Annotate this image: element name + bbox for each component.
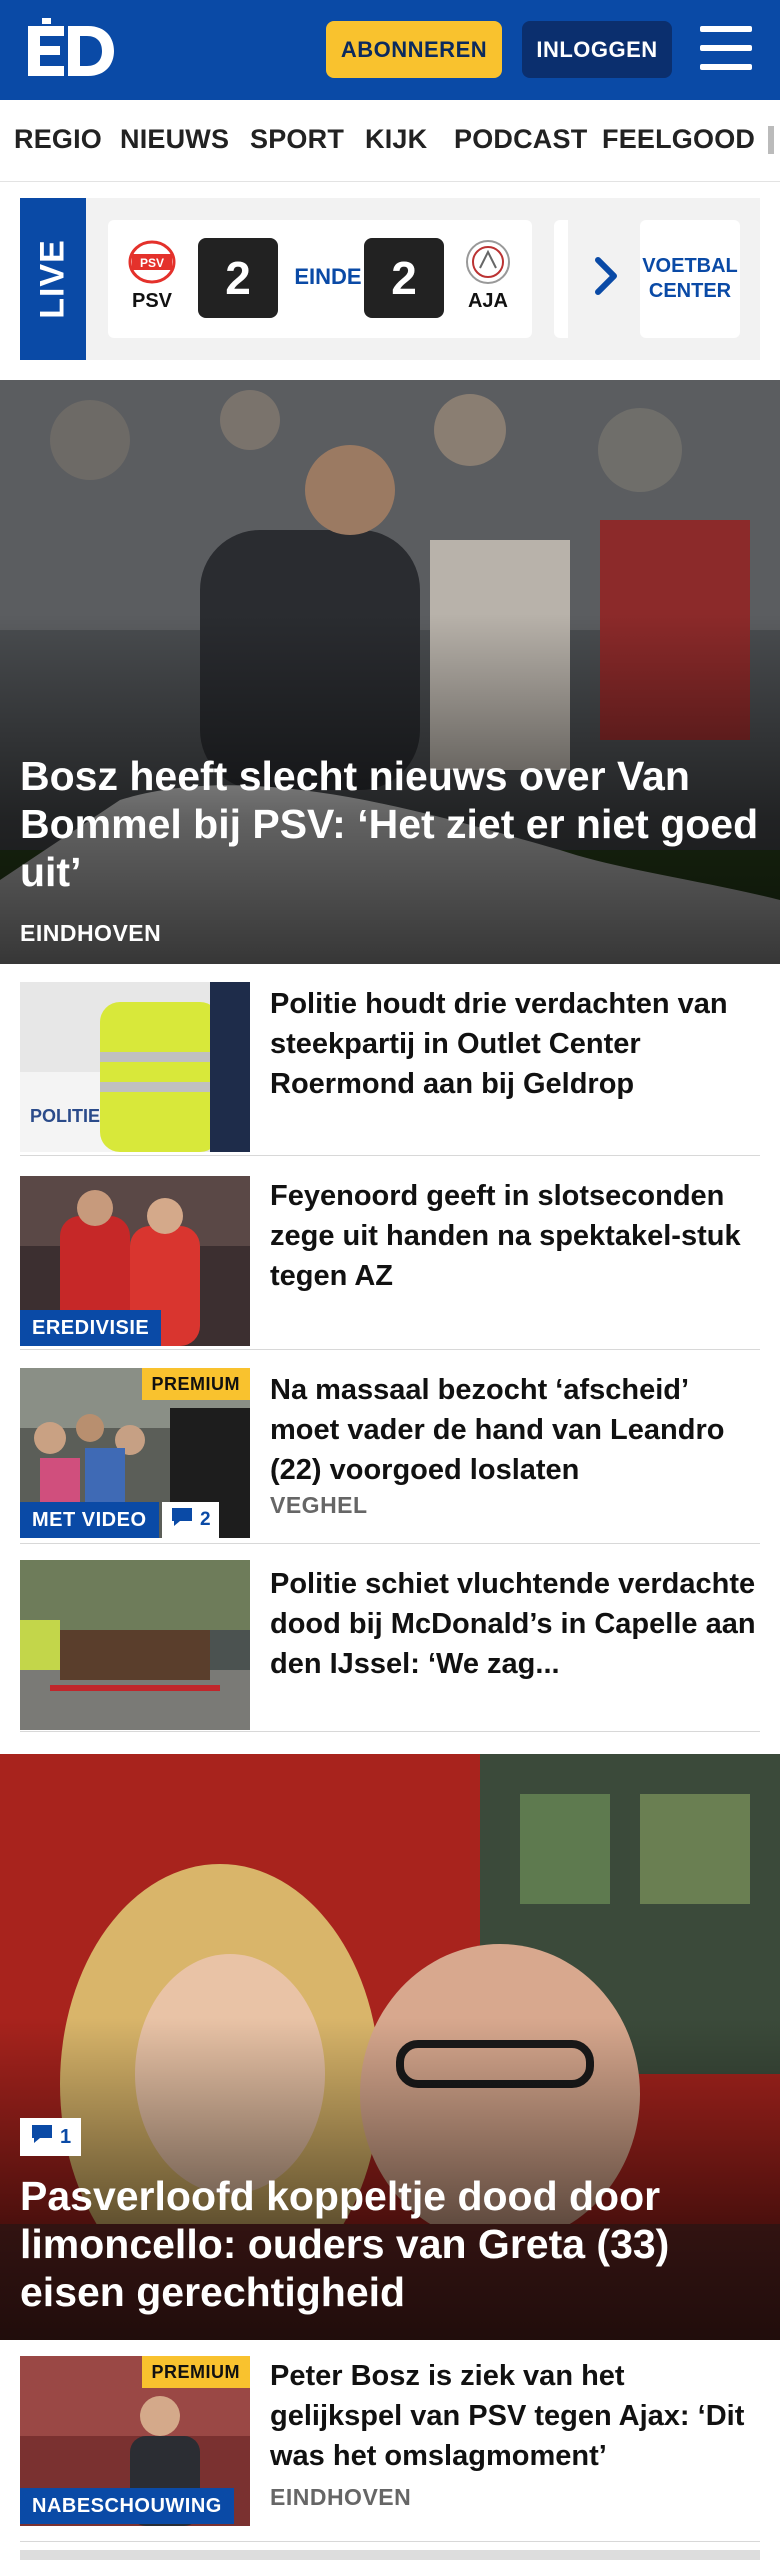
live-tag: LIVE [20,198,86,360]
nav-item-kijk[interactable]: KIJK [365,124,427,155]
comment-count[interactable]: 2 [162,1502,219,1538]
menu-icon[interactable] [700,26,752,70]
login-button[interactable]: INLOGGEN [522,21,672,78]
article-item[interactable]: Politie schiet vluchtende verdachte dood… [20,1546,760,1732]
featured-article[interactable]: 1 Pasverloofd koppeltje dood door limonc… [0,1754,780,2340]
article-location: VEGHEL [270,1492,368,1518]
article-headline[interactable]: Politie houdt drie verdachten van steekp… [270,984,760,1104]
home-team-name: PSV [131,290,173,312]
svg-text:PSV: PSV [140,256,164,270]
article-thumbnail: POLITIE [20,982,250,1152]
away-score: 2 [364,238,444,318]
category-tag: EREDIVISIE [20,1310,162,1346]
home-team: PSV PSV [122,238,182,313]
chevron-right-icon[interactable] [592,254,622,298]
article-headline[interactable]: Na massaal bezocht ‘afscheid’ moet vader… [270,1370,760,1490]
match-card[interactable]: PSV PSV 2 EINDE 2 AJA [108,220,532,338]
nav-item-feelgood[interactable]: FEELGOOD [602,124,755,155]
voetbal-center-link[interactable]: VOETBAL CENTER [640,220,740,338]
live-score-bar: LIVE PSV PSV 2 EINDE 2 AJA VOETBAL CENTE… [20,198,760,360]
premium-badge: PREMIUM [141,2356,250,2388]
nav-item-podcast[interactable]: PODCAST [454,124,587,155]
ajax-crest-icon [464,238,512,286]
top-bar: ABONNEREN INLOGGEN [0,0,780,100]
article-headline[interactable]: Peter Bosz is ziek van het gelijkspel va… [270,2356,760,2476]
section-nav: REGIO NIEUWS SPORT KIJK PODCAST FEELGOOD [0,100,780,182]
ed-logo[interactable] [26,18,118,80]
away-team-name: AJA [467,290,508,312]
hero-article[interactable]: Bosz heeft slecht nieuws over Van Bommel… [0,380,780,964]
comment-count-value: 2 [200,1509,211,1530]
nav-item-sport[interactable]: SPORT [250,124,344,155]
nav-item-nieuws[interactable]: NIEUWS [120,124,229,155]
next-article-peek [20,2550,760,2560]
comment-icon [170,1506,194,1534]
article-thumbnail [20,1560,250,1730]
next-match-card-edge[interactable] [554,220,568,338]
article-item[interactable]: PREMIUM MET VIDEO 2 Na massaal bezocht ‘… [20,1352,760,1544]
article-location: EINDHOVEN [270,2484,412,2510]
nav-overflow-indicator [768,126,774,154]
comment-icon [30,2123,54,2151]
video-tag: MET VIDEO [20,1502,159,1538]
hero-headline[interactable]: Bosz heeft slecht nieuws over Van Bommel… [20,752,760,896]
featured-headline[interactable]: Pasverloofd koppeltje dood door limoncel… [20,2172,760,2316]
article-headline[interactable]: Feyenoord geeft in slotseconden zege uit… [270,1176,760,1296]
psv-crest-icon: PSV [128,238,176,286]
comment-count-value: 1 [60,2125,72,2148]
away-team: AJA [458,238,518,313]
hero-location: EINDHOVEN [20,920,162,946]
subscribe-button[interactable]: ABONNEREN [326,21,502,78]
article-item[interactable]: POLITIE Politie houdt drie verdachten va… [20,966,760,1156]
home-score: 2 [198,238,278,318]
nav-item-regio[interactable]: REGIO [14,124,102,155]
category-tag: NABESCHOUWING [20,2488,234,2524]
premium-badge: PREMIUM [141,1368,250,1400]
article-item[interactable]: PREMIUM NABESCHOUWING Peter Bosz is ziek… [20,2356,760,2542]
match-status: EINDE [294,264,362,289]
article-item[interactable]: EREDIVISIE Feyenoord geeft in slotsecond… [20,1158,760,1350]
svg-text:POLITIE: POLITIE [30,1106,100,1126]
comment-count[interactable]: 1 [20,2118,82,2156]
article-headline[interactable]: Politie schiet vluchtende verdachte dood… [270,1564,760,1684]
